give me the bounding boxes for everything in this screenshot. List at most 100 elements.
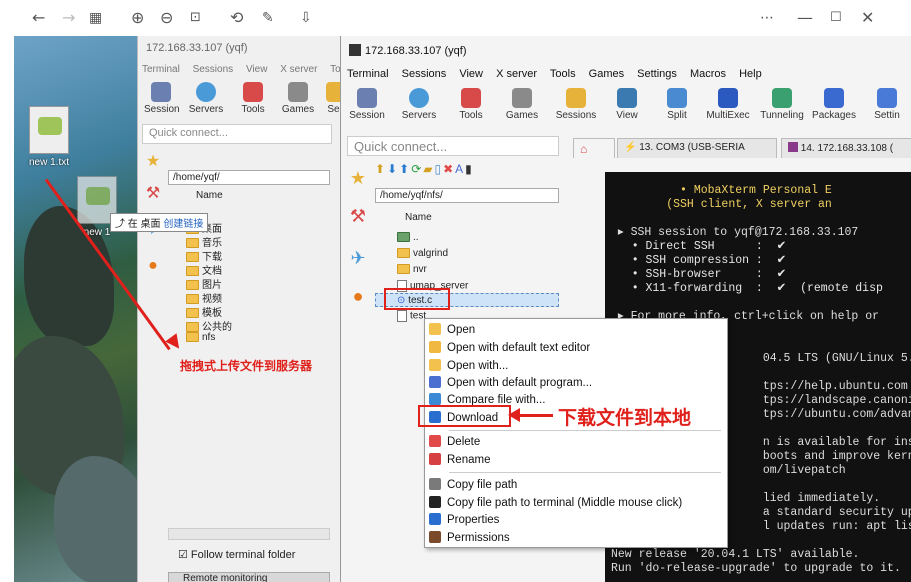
split-button[interactable]: Split bbox=[657, 88, 697, 121]
tree-item-nfs[interactable]: nfs bbox=[186, 332, 215, 343]
menu-item-label: Permissions bbox=[447, 532, 510, 544]
menu-item-rename[interactable]: Rename bbox=[429, 452, 490, 469]
menu-xserver[interactable]: X server bbox=[496, 68, 537, 80]
desktop-file-new1txt[interactable]: new 1.txt bbox=[22, 106, 76, 168]
games-button[interactable]: Games bbox=[280, 82, 316, 115]
tree-item-templates[interactable]: 模板 bbox=[186, 304, 222, 319]
tree-header[interactable]: Name bbox=[196, 190, 223, 201]
tools-side-icon[interactable]: ⚒ bbox=[140, 182, 166, 206]
tree-item-nvr[interactable]: nvr bbox=[397, 264, 427, 275]
new-file-icon[interactable]: ▯ bbox=[434, 162, 443, 176]
tree-item-public[interactable]: 公共的 bbox=[186, 318, 232, 333]
tree-item-videos[interactable]: 视频 bbox=[186, 290, 222, 305]
view-button[interactable]: View bbox=[607, 88, 647, 121]
menu-terminal[interactable]: Terminal bbox=[347, 68, 389, 80]
delete-icon[interactable]: ✖ bbox=[443, 162, 455, 176]
save-icon[interactable]: ⇩ bbox=[300, 9, 312, 27]
tree-item-documents[interactable]: 文档 bbox=[186, 262, 222, 277]
tree-item-parent[interactable]: .. bbox=[397, 232, 419, 243]
zoom-in-icon[interactable]: ⊕ bbox=[131, 9, 144, 27]
horizontal-scrollbar[interactable] bbox=[168, 528, 330, 540]
minimize-icon[interactable]: — bbox=[797, 9, 813, 27]
menu-item-permissions[interactable]: Permissions bbox=[429, 530, 510, 547]
session-button[interactable]: Session bbox=[144, 82, 180, 115]
terminal-icon[interactable]: ▮ bbox=[465, 162, 474, 176]
sessions-button[interactable]: Sessions bbox=[551, 88, 601, 121]
menu-item-copy-file-path[interactable]: Copy file path bbox=[429, 477, 517, 494]
tree-header[interactable]: Name bbox=[405, 212, 432, 223]
refresh-icon[interactable]: ⟳ bbox=[411, 162, 423, 176]
path-field[interactable]: /home/yqf/nfs/ bbox=[375, 188, 559, 203]
menu-settings[interactable]: Settings bbox=[637, 68, 677, 80]
download-icon[interactable]: ⬇ bbox=[387, 162, 399, 176]
menu-separator bbox=[449, 472, 721, 473]
quick-connect-input[interactable]: Quick connect... bbox=[142, 124, 332, 144]
macro-icon[interactable]: ● bbox=[345, 284, 371, 308]
menu-item-open-with-default-text-editor[interactable]: Open with default text editor bbox=[429, 340, 590, 357]
folder-open-icon bbox=[429, 323, 441, 335]
session-button[interactable]: Session bbox=[345, 88, 389, 121]
follow-terminal-checkbox[interactable]: ☑ Follow terminal folder bbox=[178, 548, 295, 561]
menu-item-open[interactable]: Open bbox=[429, 322, 475, 339]
servers-button[interactable]: Servers bbox=[186, 82, 226, 115]
menu-view[interactable]: View bbox=[246, 64, 268, 75]
menu-terminal[interactable]: Terminal bbox=[142, 64, 180, 75]
menu-item-label: Open with default program... bbox=[447, 377, 593, 389]
games-button[interactable]: Games bbox=[501, 88, 543, 121]
tunneling-button[interactable]: Tunneling bbox=[757, 88, 807, 121]
menu-item-open-with[interactable]: Open with... bbox=[429, 358, 508, 375]
maximize-icon[interactable]: ☐ bbox=[830, 9, 842, 27]
menu-games[interactable]: Games bbox=[589, 68, 624, 80]
menu-sessions[interactable]: Sessions bbox=[402, 68, 447, 80]
new-folder-icon[interactable]: ▰ bbox=[423, 162, 434, 176]
menu-sessions[interactable]: Sessions bbox=[193, 64, 234, 75]
star-icon[interactable]: ★ bbox=[345, 166, 371, 190]
tools-button[interactable]: Tools bbox=[451, 88, 491, 121]
tree-item-valgrind[interactable]: valgrind bbox=[397, 248, 448, 259]
tree-item-downloads[interactable]: 下载 bbox=[186, 248, 222, 263]
back-icon[interactable]: ← bbox=[32, 9, 45, 27]
tab-com3[interactable]: ⚡ 13. COM3 (USB-SERIA bbox=[617, 138, 777, 158]
star-icon[interactable]: ★ bbox=[140, 150, 166, 174]
tab-ssh-108[interactable]: 14. 172.168.33.108 ( bbox=[781, 138, 911, 158]
packages-button[interactable]: Packages bbox=[811, 88, 857, 121]
servers-button[interactable]: Servers bbox=[397, 88, 441, 121]
tree-item-pictures[interactable]: 图片 bbox=[186, 276, 222, 291]
macro-icon[interactable]: ● bbox=[140, 254, 166, 278]
menu-tools[interactable]: Tools bbox=[550, 68, 576, 80]
tree-item-test[interactable]: test bbox=[397, 310, 426, 322]
more-icon[interactable]: ⋯ bbox=[760, 9, 774, 27]
upload-icon[interactable]: ⬆ bbox=[399, 162, 411, 176]
quick-connect-input[interactable]: Quick connect... bbox=[347, 136, 559, 156]
tools-button[interactable]: Tools bbox=[236, 82, 270, 115]
text-icon[interactable]: A bbox=[455, 162, 465, 176]
zoom-out-icon[interactable]: ⊖ bbox=[160, 9, 173, 27]
fit-icon[interactable]: ⊡ bbox=[190, 9, 201, 27]
tools-side-icon[interactable]: ⚒ bbox=[345, 204, 371, 228]
sftp-icon[interactable]: ✈ bbox=[345, 246, 371, 270]
path-field[interactable]: /home/yqf/ bbox=[168, 170, 330, 185]
edit-icon[interactable]: ✎ bbox=[262, 9, 274, 27]
remote-monitoring-button[interactable]: Remote monitoring bbox=[168, 572, 330, 582]
close-icon[interactable]: ✕ bbox=[861, 9, 874, 27]
settings-button[interactable]: Settin bbox=[865, 88, 909, 121]
menu-view[interactable]: View bbox=[459, 68, 483, 80]
menu-item-copy-file-path-to-terminal-middle-mouse-click[interactable]: Copy file path to terminal (Middle mouse… bbox=[429, 495, 682, 512]
menu-item-delete[interactable]: Delete bbox=[429, 434, 480, 451]
drag-tooltip: ⤴ 在 桌面 创建链接 bbox=[110, 213, 209, 232]
menu-xserver[interactable]: X server bbox=[280, 64, 317, 75]
menu-macros[interactable]: Macros bbox=[690, 68, 726, 80]
back-mobaxterm-window[interactable]: 172.168.33.107 (yqf) Terminal Sessions V… bbox=[137, 36, 347, 582]
menu-item-open-with-default-program[interactable]: Open with default program... bbox=[429, 375, 592, 392]
tree-item-music[interactable]: 音乐 bbox=[186, 234, 222, 249]
menu-item-properties[interactable]: Properties bbox=[429, 512, 499, 529]
multiexec-button[interactable]: MultiExec bbox=[703, 88, 753, 121]
rotate-icon[interactable]: ⟲ bbox=[230, 9, 243, 27]
home-tab[interactable]: ⌂ bbox=[573, 138, 615, 158]
grid-icon[interactable]: ▦ bbox=[89, 9, 102, 27]
menu-help[interactable]: Help bbox=[739, 68, 762, 80]
window-title: 172.168.33.107 (yqf) bbox=[349, 44, 467, 57]
menu-item-label: Open bbox=[447, 324, 476, 336]
forward-icon[interactable]: → bbox=[62, 9, 75, 27]
folder-up-icon[interactable]: ⬆ bbox=[375, 162, 387, 176]
